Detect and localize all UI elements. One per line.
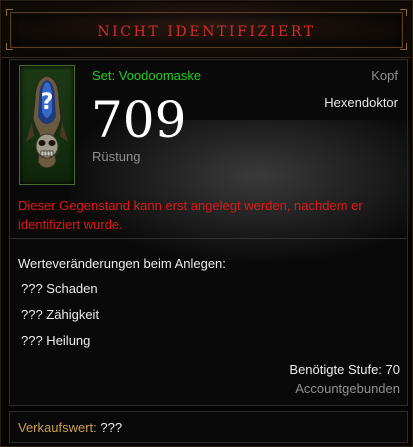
corner-ornament (400, 43, 407, 50)
stat-change-damage: ??? Schaden (21, 281, 98, 296)
item-icon-slot: ? (19, 65, 75, 185)
armor-value: 709 (91, 91, 187, 149)
unidentified-question-icon: ? (41, 90, 54, 115)
item-tooltip: NICHT IDENTIFIZIERT ? Set: Voodoomaske K… (0, 0, 413, 447)
stat-changes-heading: Werteveränderungen beim Anlegen: (18, 256, 226, 271)
corner-ornament (6, 9, 13, 16)
armor-label: Rüstung (92, 149, 141, 164)
stat-change-toughness: ??? Zähigkeit (21, 307, 100, 322)
sell-value: Verkaufswert: ??? (18, 420, 122, 435)
account-bound-label: Accountgebunden (295, 381, 400, 396)
unidentified-warning: Dieser Gegenstand kann erst angelegt wer… (18, 198, 363, 232)
tooltip-header: NICHT IDENTIFIZIERT (2, 2, 411, 58)
voodoo-mask-icon: ? (26, 75, 68, 169)
class-restriction: Hexendoktor (324, 95, 398, 110)
corner-ornament (400, 9, 407, 16)
stat-change-healing: ??? Heilung (21, 333, 91, 348)
item-title: NICHT IDENTIFIZIERT (97, 24, 316, 40)
set-name: Set: Voodoomaske (92, 68, 202, 83)
required-level: Benötigte Stufe: 70 (289, 362, 400, 377)
item-details-panel: ? Set: Voodoomaske Kopf Hexendoktor 709 … (9, 59, 410, 406)
sell-value-label: Verkaufswert: (18, 420, 97, 435)
divider (10, 238, 407, 239)
item-slot: Kopf (371, 68, 398, 83)
corner-ornament (6, 43, 13, 50)
tooltip-footer: Verkaufswert: ??? (9, 411, 408, 443)
sell-value-amount: ??? (100, 420, 123, 435)
